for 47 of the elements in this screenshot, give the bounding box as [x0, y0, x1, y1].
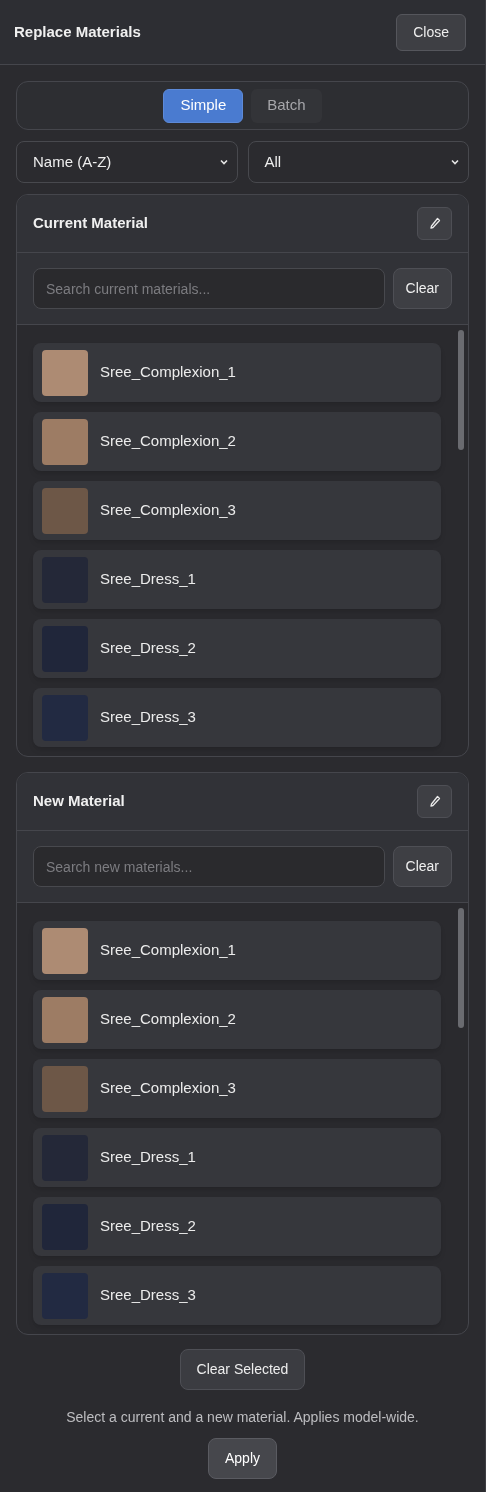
sort-select[interactable]: Name (A-Z) — [16, 141, 238, 183]
scrollbar[interactable] — [458, 908, 464, 1028]
material-item[interactable]: Sree_Complexion_1 — [33, 343, 441, 402]
material-name: Sree_Complexion_1 — [100, 362, 236, 383]
material-name: Sree_Dress_1 — [100, 1147, 196, 1168]
material-name: Sree_Dress_1 — [100, 569, 196, 590]
edit-button[interactable] — [417, 785, 452, 818]
material-item[interactable]: Sree_Complexion_3 — [33, 481, 441, 540]
hint-text: Select a current and a new material. Applies model-wide. — [66, 1408, 419, 1427]
pencil-icon — [428, 794, 441, 809]
material-name: Sree_Complexion_3 — [100, 1078, 236, 1099]
material-item[interactable]: Sree_Dress_2 — [33, 1197, 441, 1256]
close-button[interactable]: Close — [396, 13, 466, 51]
panel-title: Current Material — [33, 213, 149, 234]
panel-title: New Material — [33, 791, 125, 812]
search-field[interactable]: Search new materials... — [33, 846, 385, 887]
chevron-down-icon — [218, 157, 229, 167]
search-field[interactable]: Search current materials... — [33, 268, 385, 309]
material-name: Sree_Complexion_2 — [100, 431, 236, 452]
clear-button[interactable]: Clear — [392, 846, 452, 887]
mode-tab[interactable]: Batch — [251, 88, 322, 123]
material-name: Sree_Complexion_1 — [100, 940, 236, 961]
material-item[interactable]: Sree_Complexion_2 — [33, 990, 441, 1049]
scrollbar[interactable] — [458, 330, 464, 450]
material-name: Sree_Dress_2 — [100, 638, 196, 659]
material-item[interactable]: Sree_Dress_1 — [33, 550, 441, 609]
edit-button[interactable] — [417, 207, 452, 240]
material-item[interactable]: Sree_Dress_2 — [33, 619, 441, 678]
material-name: Sree_Complexion_2 — [100, 1009, 236, 1030]
material-name: Sree_Dress_2 — [100, 1216, 196, 1237]
mode-tab[interactable]: Simple — [163, 88, 244, 123]
material-name: Sree_Dress_3 — [100, 707, 196, 728]
filter-select[interactable]: All — [247, 141, 469, 183]
window-title: Replace Materials — [14, 21, 141, 42]
material-name: Sree_Dress_3 — [100, 1285, 196, 1306]
material-item[interactable]: Sree_Dress_3 — [33, 1266, 441, 1325]
apply-button[interactable]: Apply — [208, 1438, 277, 1479]
chevron-down-icon — [450, 157, 460, 167]
material-item[interactable]: Sree_Dress_1 — [33, 1128, 441, 1187]
material-name: Sree_Complexion_3 — [100, 500, 236, 521]
clear-selected-button[interactable]: Clear Selected — [179, 1349, 306, 1390]
material-item[interactable]: Sree_Dress_3 — [33, 688, 441, 747]
material-item[interactable]: Sree_Complexion_3 — [33, 1059, 441, 1118]
pencil-icon — [428, 216, 441, 231]
clear-button[interactable]: Clear — [392, 268, 452, 309]
material-item[interactable]: Sree_Complexion_1 — [33, 921, 441, 980]
material-item[interactable]: Sree_Complexion_2 — [33, 412, 441, 471]
